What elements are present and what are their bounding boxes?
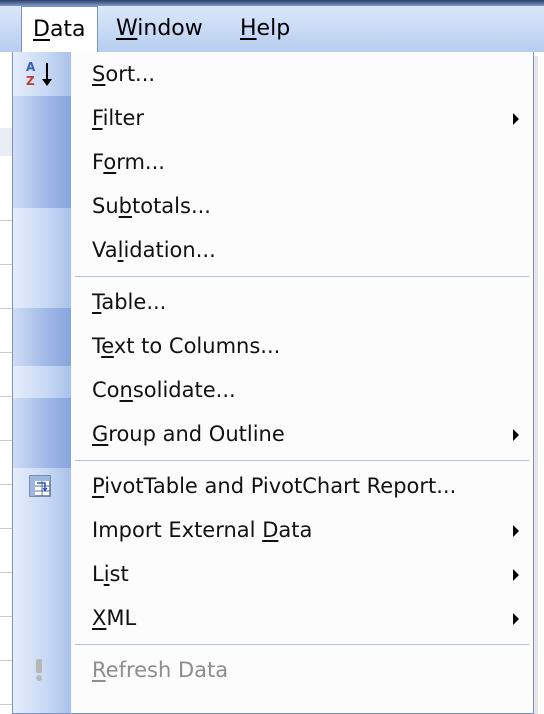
menu-item-validation[interactable]: Validation... bbox=[13, 228, 533, 272]
menu-item-list[interactable]: List bbox=[13, 552, 533, 596]
svg-text:A: A bbox=[26, 60, 36, 74]
menu-window[interactable]: Window bbox=[105, 6, 214, 52]
submenu-arrow-icon bbox=[513, 429, 519, 441]
menu-item-text-to-columns[interactable]: Text to Columns... bbox=[13, 324, 533, 368]
menu-item-pivottable[interactable]: PivotTable and PivotChart Report... bbox=[13, 464, 533, 508]
menu-item-label: Sort... bbox=[92, 62, 156, 86]
menu-item-refresh-data[interactable]: Refresh Data bbox=[13, 648, 533, 692]
menu-data[interactable]: Data bbox=[21, 6, 98, 53]
menu-item-subtotals[interactable]: Subtotals... bbox=[13, 184, 533, 228]
submenu-arrow-icon bbox=[513, 113, 519, 125]
worksheet-edge bbox=[0, 52, 12, 711]
menu-item-label: Form... bbox=[92, 150, 165, 174]
menu-item-label: Text to Columns... bbox=[92, 334, 281, 358]
menu-item-label: List bbox=[92, 562, 129, 586]
menu-separator bbox=[75, 276, 529, 277]
menu-bar: Data Window Help bbox=[0, 0, 544, 53]
pivot-table-icon bbox=[23, 470, 57, 502]
menu-item-group-and-outline[interactable]: Group and Outline bbox=[13, 412, 533, 456]
menu-item-label: Filter bbox=[92, 106, 145, 130]
menu-item-sort[interactable]: A Z Sort... bbox=[13, 52, 533, 96]
svg-text:Z: Z bbox=[26, 74, 35, 88]
menu-item-label: XML bbox=[92, 606, 137, 630]
menu-item-label: Refresh Data bbox=[92, 658, 229, 682]
refresh-exclamation-icon bbox=[23, 654, 57, 686]
menu-item-table[interactable]: Table... bbox=[13, 280, 533, 324]
menu-item-consolidate[interactable]: Consolidate... bbox=[13, 368, 533, 412]
submenu-arrow-icon bbox=[513, 525, 519, 537]
submenu-arrow-icon bbox=[513, 613, 519, 625]
menu-item-label: Group and Outline bbox=[92, 422, 285, 446]
menu-item-xml[interactable]: XML bbox=[13, 596, 533, 640]
menu-item-label: Validation... bbox=[92, 238, 216, 262]
sort-az-icon: A Z bbox=[23, 58, 57, 90]
submenu-arrow-icon bbox=[513, 569, 519, 581]
menu-item-label: Import External Data bbox=[92, 518, 313, 542]
menu-separator bbox=[75, 644, 529, 645]
menu-item-form[interactable]: Form... bbox=[13, 140, 533, 184]
menu-item-label: Table... bbox=[92, 290, 167, 314]
menu-separator bbox=[75, 460, 529, 461]
menu-item-label: Subtotals... bbox=[92, 194, 211, 218]
menu-item-label: PivotTable and PivotChart Report... bbox=[92, 474, 457, 498]
menu-item-import-external-data[interactable]: Import External Data bbox=[13, 508, 533, 552]
menu-item-label: Consolidate... bbox=[92, 378, 236, 402]
menu-item-filter[interactable]: Filter bbox=[13, 96, 533, 140]
menu-help[interactable]: Help bbox=[229, 6, 301, 52]
data-menu-dropdown: A Z Sort... Filter Form... Subtotals... … bbox=[12, 52, 534, 714]
